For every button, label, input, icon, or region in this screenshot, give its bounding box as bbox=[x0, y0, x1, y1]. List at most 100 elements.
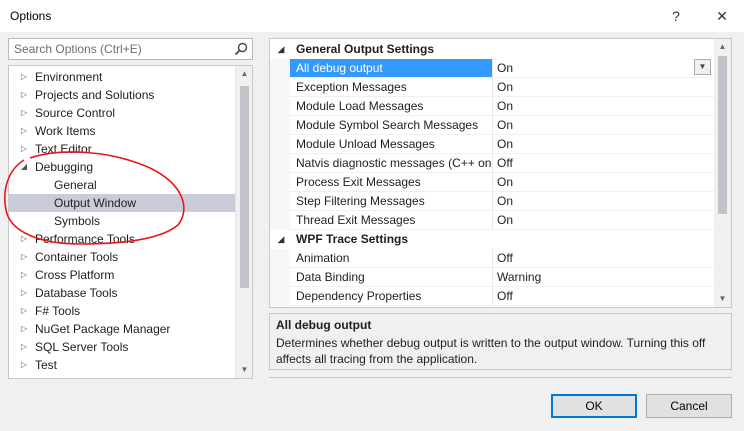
collapsed-arrow-icon[interactable]: ▷ bbox=[19, 68, 29, 86]
property-value[interactable]: Warning bbox=[492, 268, 714, 287]
tree-item[interactable]: Output Window bbox=[9, 194, 235, 212]
search-input[interactable] bbox=[9, 39, 229, 59]
tree-item[interactable]: ▷ Environment bbox=[9, 68, 235, 86]
property-name[interactable]: Natvis diagnostic messages (C++ only) bbox=[290, 154, 492, 173]
property-value[interactable]: Off bbox=[492, 287, 714, 306]
collapsed-arrow-icon[interactable]: ▷ bbox=[19, 230, 29, 248]
description-panel: All debug output Determines whether debu… bbox=[269, 313, 732, 370]
property-name[interactable]: Data Binding bbox=[290, 268, 492, 287]
property-value[interactable]: On bbox=[492, 173, 714, 192]
tree-item[interactable]: Symbols bbox=[9, 212, 235, 230]
scroll-down-icon[interactable]: ▼ bbox=[714, 291, 731, 307]
property-row[interactable]: Animation Off bbox=[270, 249, 714, 268]
property-value[interactable]: On bbox=[492, 78, 714, 97]
property-name[interactable]: Exception Messages bbox=[290, 78, 492, 97]
description-title: All debug output bbox=[276, 318, 372, 332]
collapsed-arrow-icon[interactable]: ▷ bbox=[19, 302, 29, 320]
property-name[interactable]: All debug output bbox=[290, 59, 492, 78]
close-button[interactable]: ✕ bbox=[708, 4, 736, 28]
row-gutter bbox=[270, 135, 290, 154]
property-value[interactable]: On bbox=[492, 97, 714, 116]
collapsed-arrow-icon[interactable]: ▷ bbox=[19, 338, 29, 356]
chevron-down-icon[interactable]: ▼ bbox=[694, 59, 711, 75]
expanded-arrow-icon[interactable]: ◢ bbox=[19, 158, 29, 176]
tree-item[interactable]: ▷ Text Editor bbox=[9, 140, 235, 158]
property-name[interactable]: Process Exit Messages bbox=[290, 173, 492, 192]
tree-item[interactable]: ▷ Projects and Solutions bbox=[9, 86, 235, 104]
collapsed-arrow-icon[interactable]: ▷ bbox=[19, 248, 29, 266]
property-value[interactable]: On bbox=[492, 192, 714, 211]
collapsed-arrow-icon[interactable]: ▷ bbox=[19, 356, 29, 374]
property-name[interactable]: Module Symbol Search Messages bbox=[290, 116, 492, 135]
property-value[interactable]: On bbox=[492, 135, 714, 154]
scroll-up-icon[interactable]: ▲ bbox=[236, 66, 252, 82]
collapsed-arrow-icon[interactable]: ▷ bbox=[19, 86, 29, 104]
tree-item[interactable]: ▷ Test bbox=[9, 356, 235, 374]
property-name[interactable]: Animation bbox=[290, 249, 492, 268]
row-gutter bbox=[270, 192, 290, 211]
tree-item[interactable]: ▷ Source Control bbox=[9, 104, 235, 122]
property-name[interactable]: Dependency Properties bbox=[290, 287, 492, 306]
tree-item[interactable]: General bbox=[9, 176, 235, 194]
search-box[interactable] bbox=[8, 38, 253, 60]
collapsed-arrow-icon[interactable]: ▷ bbox=[19, 104, 29, 122]
property-value[interactable]: On bbox=[492, 59, 714, 78]
help-button[interactable]: ? bbox=[662, 4, 690, 28]
property-value[interactable]: Off bbox=[492, 249, 714, 268]
tree-item[interactable]: ▷ Work Items bbox=[9, 122, 235, 140]
scroll-down-icon[interactable]: ▼ bbox=[236, 362, 252, 378]
property-row[interactable]: Data Binding Warning bbox=[270, 268, 714, 287]
property-row[interactable]: All debug output On bbox=[270, 59, 714, 78]
property-name[interactable]: Step Filtering Messages bbox=[290, 192, 492, 211]
property-row[interactable]: Step Filtering Messages On bbox=[270, 192, 714, 211]
tree-item[interactable]: ▷ Cross Platform bbox=[9, 266, 235, 284]
grid-category[interactable]: ◢ General Output Settings bbox=[270, 40, 714, 59]
property-grid: ◢ General Output Settings All debug output… bbox=[269, 38, 732, 308]
title-bar: Options ? ✕ bbox=[0, 0, 744, 32]
cancel-button[interactable]: Cancel bbox=[646, 394, 732, 418]
collapsed-arrow-icon[interactable]: ▷ bbox=[19, 284, 29, 302]
property-name[interactable]: Module Load Messages bbox=[290, 97, 492, 116]
row-gutter bbox=[270, 173, 290, 192]
tree-item[interactable]: ▷ SQL Server Tools bbox=[9, 338, 235, 356]
row-gutter bbox=[270, 154, 290, 173]
search-icon[interactable] bbox=[233, 41, 249, 57]
tree-item[interactable]: ▷ Performance Tools bbox=[9, 230, 235, 248]
grid-scroll-thumb[interactable] bbox=[718, 56, 727, 214]
property-value[interactable]: Off bbox=[492, 154, 714, 173]
row-gutter bbox=[270, 249, 290, 268]
property-name[interactable]: Module Unload Messages bbox=[290, 135, 492, 154]
tree-item[interactable]: ▷ F# Tools bbox=[9, 302, 235, 320]
collapsed-arrow-icon[interactable]: ▷ bbox=[19, 122, 29, 140]
property-row[interactable]: Module Load Messages On bbox=[270, 97, 714, 116]
collapsed-arrow-icon[interactable]: ▷ bbox=[19, 320, 29, 338]
tree-item-label: Environment bbox=[35, 70, 103, 84]
property-value[interactable]: On bbox=[492, 116, 714, 135]
tree-item-label: Text Editor bbox=[35, 142, 92, 156]
collapsed-arrow-icon[interactable]: ▷ bbox=[19, 266, 29, 284]
tree-item-label: NuGet Package Manager bbox=[35, 322, 171, 336]
collapse-arrow-icon[interactable]: ◢ bbox=[275, 40, 287, 59]
tree-item[interactable]: ◢ Debugging bbox=[9, 158, 235, 176]
tree-item[interactable]: ▷ NuGet Package Manager bbox=[9, 320, 235, 338]
ok-button[interactable]: OK bbox=[551, 394, 637, 418]
grid-category[interactable]: ◢ WPF Trace Settings bbox=[270, 230, 714, 249]
property-row[interactable]: Natvis diagnostic messages (C++ only) Off bbox=[270, 154, 714, 173]
tree-item[interactable]: ▷ Database Tools bbox=[9, 284, 235, 302]
property-row[interactable]: Dependency Properties Off bbox=[270, 287, 714, 306]
close-icon: ✕ bbox=[716, 7, 728, 24]
collapsed-arrow-icon[interactable]: ▷ bbox=[19, 140, 29, 158]
property-row[interactable]: Module Symbol Search Messages On bbox=[270, 116, 714, 135]
tree-item[interactable]: ▷ Container Tools bbox=[9, 248, 235, 266]
grid-scrollbar[interactable]: ▲ ▼ bbox=[714, 39, 731, 307]
property-row[interactable]: Process Exit Messages On bbox=[270, 173, 714, 192]
tree-scrollbar[interactable]: ▲ ▼ bbox=[235, 66, 252, 378]
property-row[interactable]: Exception Messages On bbox=[270, 78, 714, 97]
scroll-up-icon[interactable]: ▲ bbox=[714, 39, 731, 55]
property-name[interactable]: Thread Exit Messages bbox=[290, 211, 492, 230]
property-value[interactable]: On bbox=[492, 211, 714, 230]
property-row[interactable]: Thread Exit Messages On bbox=[270, 211, 714, 230]
collapse-arrow-icon[interactable]: ◢ bbox=[275, 230, 287, 249]
property-row[interactable]: Module Unload Messages On bbox=[270, 135, 714, 154]
tree-scroll-thumb[interactable] bbox=[240, 86, 249, 288]
